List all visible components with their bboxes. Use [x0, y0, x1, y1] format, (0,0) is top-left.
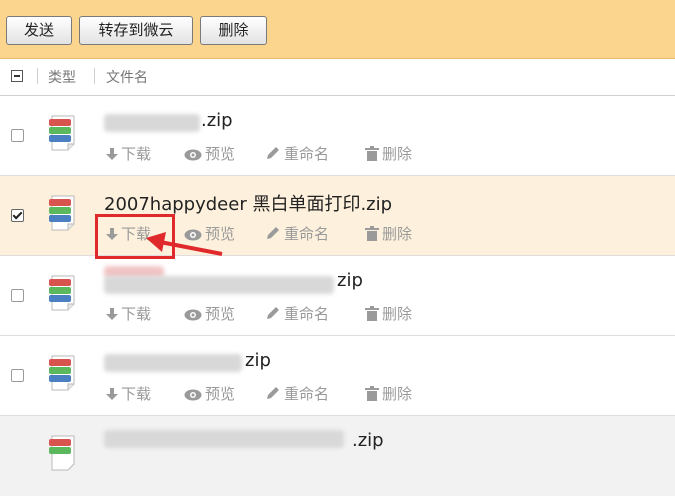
rename-label: 重命名 — [284, 225, 330, 243]
row-checkbox[interactable] — [11, 289, 24, 302]
delete-action[interactable]: 删除 — [365, 223, 412, 244]
download-action[interactable]: 下载 — [106, 303, 151, 324]
redacted-filename — [104, 430, 344, 448]
delete-label: 删除 — [382, 305, 413, 323]
row-checkbox[interactable] — [11, 369, 24, 382]
delete-action[interactable]: 删除 — [365, 383, 412, 404]
rename-label: 重命名 — [284, 305, 330, 323]
preview-label: 预览 — [205, 385, 236, 403]
rename-action[interactable]: 重命名 — [265, 223, 329, 244]
rename-label: 重命名 — [284, 145, 330, 163]
list-header: 类型 文件名 — [0, 59, 675, 96]
send-button[interactable]: 发送 — [6, 16, 72, 45]
redacted-filename — [104, 276, 334, 294]
save-to-weiyun-button[interactable]: 转存到微云 — [79, 16, 193, 45]
file-row[interactable]: zip 下载 预览 重命名 删除 — [0, 256, 675, 336]
row-checkbox-checked[interactable] — [11, 209, 24, 222]
redacted-filename — [104, 354, 242, 372]
download-label: 下载 — [121, 305, 152, 323]
file-name: .zip — [352, 430, 384, 451]
column-filename-header: 文件名 — [106, 70, 148, 86]
preview-action[interactable]: 预览 — [184, 383, 235, 404]
download-label: 下载 — [121, 145, 152, 163]
rename-action[interactable]: 重命名 — [265, 143, 329, 164]
delete-action[interactable]: 删除 — [365, 303, 412, 324]
zip-file-icon — [48, 434, 78, 472]
preview-action[interactable]: 预览 — [184, 303, 235, 324]
delete-label: 删除 — [382, 225, 413, 243]
redacted-filename — [104, 114, 200, 132]
file-name: 2007happydeer 黑白单面打印.zip — [104, 194, 393, 215]
delete-action[interactable]: 删除 — [365, 143, 412, 164]
header-divider — [37, 68, 38, 84]
download-action[interactable]: 下载 — [106, 383, 151, 404]
select-all-checkbox[interactable] — [11, 70, 23, 82]
zip-file-icon — [48, 354, 78, 392]
delete-button[interactable]: 删除 — [200, 16, 267, 45]
file-name: zip — [245, 350, 271, 371]
file-row[interactable]: zip 下载 预览 重命名 删除 — [0, 336, 675, 416]
delete-label: 删除 — [382, 145, 413, 163]
toolbar: 发送 转存到微云 删除 — [0, 0, 675, 59]
row-checkbox[interactable] — [11, 129, 24, 142]
file-row[interactable]: .zip — [0, 416, 675, 496]
rename-action[interactable]: 重命名 — [265, 303, 329, 324]
rename-label: 重命名 — [284, 385, 330, 403]
download-label: 下载 — [121, 385, 152, 403]
preview-label: 预览 — [205, 145, 236, 163]
zip-file-icon — [48, 114, 78, 152]
file-name: zip — [337, 270, 363, 291]
preview-label: 预览 — [205, 305, 236, 323]
zip-file-icon — [48, 274, 78, 312]
zip-file-icon — [48, 194, 78, 232]
preview-action[interactable]: 预览 — [184, 143, 235, 164]
column-type-header: 类型 — [48, 70, 76, 86]
rename-action[interactable]: 重命名 — [265, 383, 329, 404]
file-name: .zip — [201, 110, 233, 131]
header-divider — [94, 68, 95, 84]
download-action[interactable]: 下载 — [106, 143, 151, 164]
delete-label: 删除 — [382, 385, 413, 403]
file-row[interactable]: .zip 下载 预览 重命名 删除 — [0, 96, 675, 176]
annotation-arrow-icon — [146, 232, 223, 256]
